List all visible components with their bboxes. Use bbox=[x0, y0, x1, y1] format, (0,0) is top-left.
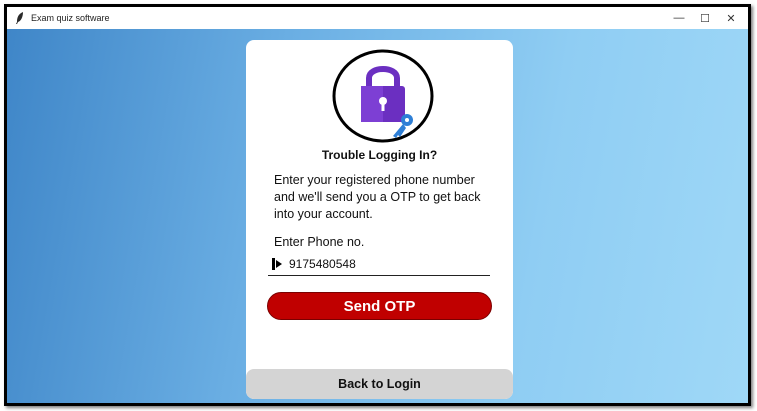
app-window: Exam quiz software — ☐ ✕ Trouble Logging… bbox=[4, 4, 751, 406]
instructions-text: Enter your registered phone number and w… bbox=[274, 173, 481, 221]
minimize-button[interactable]: — bbox=[666, 7, 692, 29]
phone-input[interactable] bbox=[289, 257, 479, 271]
maximize-button[interactable]: ☐ bbox=[692, 7, 718, 29]
page-title: Trouble Logging In? bbox=[321, 148, 438, 162]
phone-field-label: Enter Phone no. bbox=[274, 235, 365, 249]
feather-icon bbox=[13, 11, 27, 25]
phone-icon bbox=[271, 257, 285, 271]
send-otp-button[interactable]: Send OTP bbox=[267, 292, 492, 320]
title-bar: Exam quiz software — ☐ ✕ bbox=[7, 7, 748, 29]
close-button[interactable]: ✕ bbox=[718, 7, 744, 29]
forgot-password-card: Trouble Logging In? Enter your registere… bbox=[246, 40, 513, 399]
background-panel: Trouble Logging In? Enter your registere… bbox=[7, 29, 748, 403]
back-to-login-button[interactable]: Back to Login bbox=[246, 369, 513, 399]
lock-key-icon bbox=[331, 48, 435, 144]
phone-field[interactable] bbox=[268, 253, 490, 276]
window-title: Exam quiz software bbox=[31, 13, 110, 23]
